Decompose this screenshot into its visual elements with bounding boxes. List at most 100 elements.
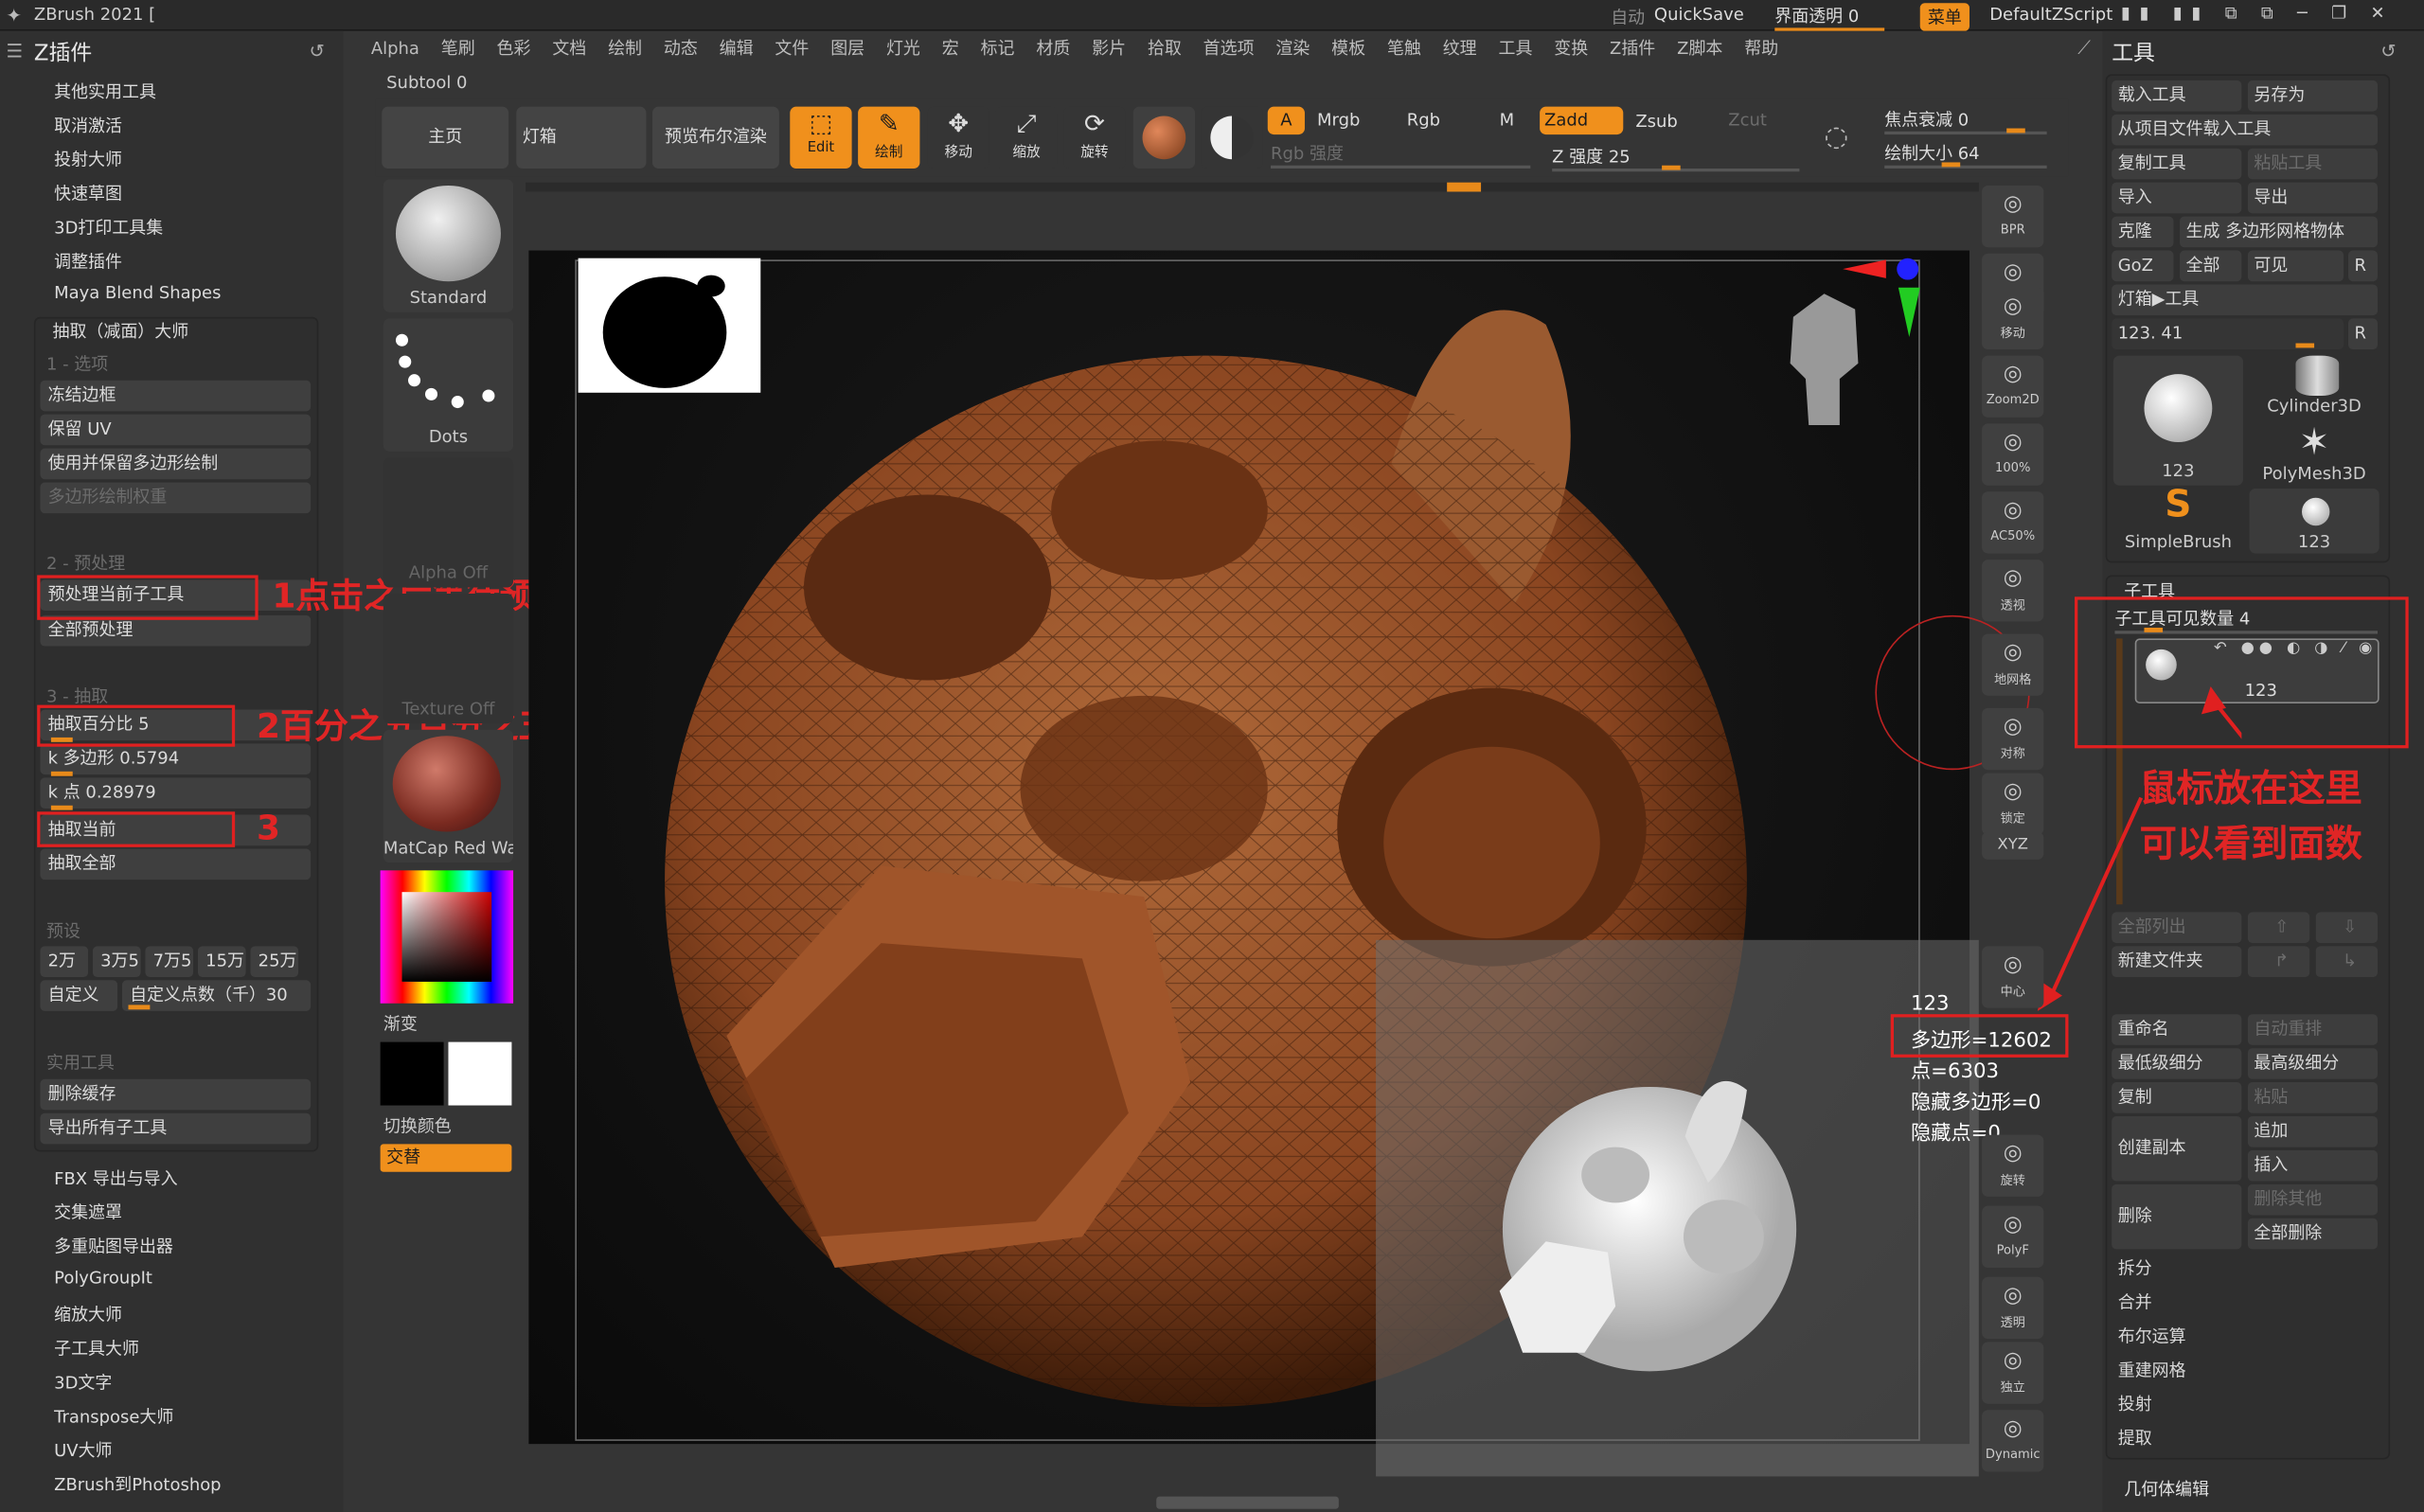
subtool-op-button[interactable]: 合并: [2118, 1290, 2152, 1314]
make-polymesh-button[interactable]: 生成 多边形网格物体: [2180, 216, 2379, 248]
custom-preset-button[interactable]: 自定义: [40, 980, 118, 1011]
goz-r-button[interactable]: R: [2347, 250, 2379, 282]
plugin-item[interactable]: 取消激活: [54, 113, 122, 137]
load-from-project-button[interactable]: 从项目文件载入工具: [2112, 114, 2379, 146]
edit-button[interactable]: ⬚ Edit: [790, 106, 852, 169]
delete-others-button[interactable]: 删除其他: [2247, 1183, 2379, 1216]
plugin-item[interactable]: 缩放大师: [54, 1302, 122, 1326]
folder-down-button[interactable]: ↳: [2315, 946, 2379, 978]
menu-button[interactable]: 菜单: [1919, 3, 1970, 31]
quicksave-button[interactable]: QuickSave: [1654, 5, 1744, 25]
move-up-button[interactable]: ⇧: [2247, 912, 2310, 944]
paste-button[interactable]: 粘贴: [2247, 1082, 2379, 1113]
viewport-tool-button[interactable]: ◎ 透视: [1982, 560, 2044, 622]
rgb-intensity-slider[interactable]: Rgb 强度: [1271, 141, 1531, 169]
secondary-color-swatch[interactable]: [448, 1041, 512, 1106]
mrgb-toggle[interactable]: Mrgb: [1317, 110, 1360, 130]
rotate-button[interactable]: ⟳ 旋转: [1063, 106, 1126, 169]
menu-item[interactable]: Z插件: [1610, 34, 1655, 65]
default-zscript[interactable]: DefaultZScript: [1989, 5, 2112, 25]
viewport-tool-button[interactable]: ◎ 100%: [1982, 423, 2044, 486]
plugin-item[interactable]: Maya Blend Shapes: [54, 283, 221, 303]
menu-item[interactable]: 渲染: [1275, 34, 1310, 65]
panel-menu-icon[interactable]: ☰: [7, 40, 24, 62]
gradient-label[interactable]: 渐变: [383, 1011, 418, 1036]
brush-thumb[interactable]: Standard: [383, 179, 514, 312]
tool-thumb-polymesh[interactable]: ✶ PolyMesh3D: [2250, 420, 2379, 485]
m-toggle[interactable]: M: [1500, 110, 1515, 130]
preset-button[interactable]: 3万5: [92, 946, 141, 978]
draw-size-slider[interactable]: 绘制大小 64: [1884, 141, 2047, 169]
viewport-tool-button[interactable]: ◎ 旋转: [1982, 1134, 2044, 1197]
menu-item[interactable]: 文件: [775, 34, 809, 65]
export-all-subtools-button[interactable]: 导出所有子工具: [40, 1112, 312, 1145]
viewport-tool-button[interactable]: ◎ 中心: [1982, 946, 2044, 1008]
menu-item[interactable]: 色彩: [497, 34, 531, 65]
rename-button[interactable]: 重命名: [2112, 1014, 2242, 1045]
layout-icons[interactable]: ▮▮ ▮▮ ⧉ ⧉ ─ ❐ ✕: [2121, 3, 2394, 25]
goz-visible-button[interactable]: 可见: [2247, 250, 2344, 282]
keep-uv-toggle[interactable]: 保留 UV: [40, 414, 312, 446]
new-folder-button[interactable]: 新建文件夹: [2112, 946, 2242, 978]
texture-thumb[interactable]: Texture Off: [383, 594, 514, 724]
tool-thumb-cylinder[interactable]: Cylinder3D: [2250, 355, 2379, 421]
viewport-tool-button[interactable]: ◎ 独立: [1982, 1342, 2044, 1404]
plugin-item[interactable]: Transpose大师: [54, 1404, 173, 1429]
load-tool-button[interactable]: 载入工具: [2112, 80, 2242, 112]
subtool-op-button[interactable]: 提取: [2118, 1426, 2152, 1450]
menu-item[interactable]: 纹理: [1443, 34, 1477, 65]
plugin-item[interactable]: 多重贴图导出器: [54, 1234, 173, 1258]
menu-item[interactable]: Z脚本: [1677, 34, 1722, 65]
viewport-tool-button[interactable]: ◎ 地网格: [1982, 633, 2044, 696]
polypaint-weight-slider[interactable]: 多边形绘制权重: [40, 482, 312, 514]
preview-bpr-button[interactable]: 预览布尔渲染: [651, 106, 779, 169]
move-down-button[interactable]: ⇩: [2315, 912, 2379, 944]
menu-item[interactable]: 工具: [1498, 34, 1532, 65]
subtool-op-button[interactable]: 拆分: [2118, 1255, 2152, 1280]
menu-item[interactable]: 模板: [1331, 34, 1365, 65]
subtool-op-button[interactable]: 投射: [2118, 1392, 2152, 1416]
viewport-tool-button[interactable]: ◎ 移动: [1982, 287, 2044, 350]
subtool-op-button[interactable]: 布尔运算: [2118, 1324, 2186, 1348]
refresh-icon[interactable]: ↺: [310, 40, 325, 62]
save-as-button[interactable]: 另存为: [2247, 80, 2379, 112]
material-sphere-button[interactable]: [1132, 106, 1196, 169]
interface-transparency-slider[interactable]: 界面透明 0: [1774, 3, 1884, 31]
lightbox-tools-button[interactable]: 灯箱▶工具: [2112, 284, 2379, 316]
tool-thumb-123-small[interactable]: 123: [2249, 489, 2379, 554]
scale-button[interactable]: ⤢ 缩放: [995, 106, 1058, 169]
delete-all-button[interactable]: 全部删除: [2247, 1218, 2379, 1250]
plugin-item[interactable]: FBX 导出与导入: [54, 1165, 177, 1190]
switch-color-button[interactable]: 切换颜色: [383, 1113, 452, 1138]
menu-item[interactable]: 编辑: [720, 34, 754, 65]
lowest-subdiv-button[interactable]: 最低级细分: [2112, 1048, 2242, 1079]
color-picker-square[interactable]: [401, 892, 492, 982]
menu-item[interactable]: 变换: [1554, 34, 1588, 65]
preset-button[interactable]: 7万5: [145, 946, 194, 978]
viewport-tool-button[interactable]: ◎ BPR: [1982, 185, 2044, 248]
alternate-button[interactable]: 交替: [380, 1144, 512, 1172]
list-all-button[interactable]: 全部列出: [2112, 912, 2242, 944]
menu-item[interactable]: 笔刷: [441, 34, 475, 65]
tool-value-r-button[interactable]: R: [2347, 318, 2379, 350]
zadd-toggle[interactable]: Zadd: [1540, 106, 1624, 135]
insert-button[interactable]: 插入: [2247, 1149, 2379, 1182]
xyz-toggle[interactable]: XYZ: [1982, 831, 2044, 860]
viewport-tool-button[interactable]: ◎ AC50%: [1982, 491, 2044, 554]
move-button[interactable]: ✥ 移动: [927, 106, 989, 169]
decimate-all-button[interactable]: 抽取全部: [40, 848, 312, 881]
append-button[interactable]: 追加: [2247, 1115, 2379, 1147]
menu-item[interactable]: 文档: [552, 34, 586, 65]
axis-gizmo[interactable]: [1840, 254, 1926, 347]
alpha-thumb[interactable]: Alpha Off: [383, 457, 514, 588]
highest-subdiv-button[interactable]: 最高级细分: [2247, 1048, 2379, 1079]
material-thumb[interactable]: MatCap Red Wax: [383, 729, 514, 863]
shelf-scroll-thumb[interactable]: [1447, 182, 1482, 192]
tool-collapse-icon[interactable]: ⟋: [2077, 37, 2091, 60]
decimation-master-title[interactable]: 抽取（减面）大师: [53, 318, 189, 343]
draw-button[interactable]: ✎ 绘制: [858, 106, 920, 169]
viewport-tool-button[interactable]: ◎ 透明: [1982, 1276, 2044, 1340]
geometry-edit-header[interactable]: 几何体编辑: [2124, 1476, 2209, 1501]
menu-item[interactable]: 动态: [664, 34, 698, 65]
plugin-item[interactable]: 快速草图: [54, 181, 122, 205]
